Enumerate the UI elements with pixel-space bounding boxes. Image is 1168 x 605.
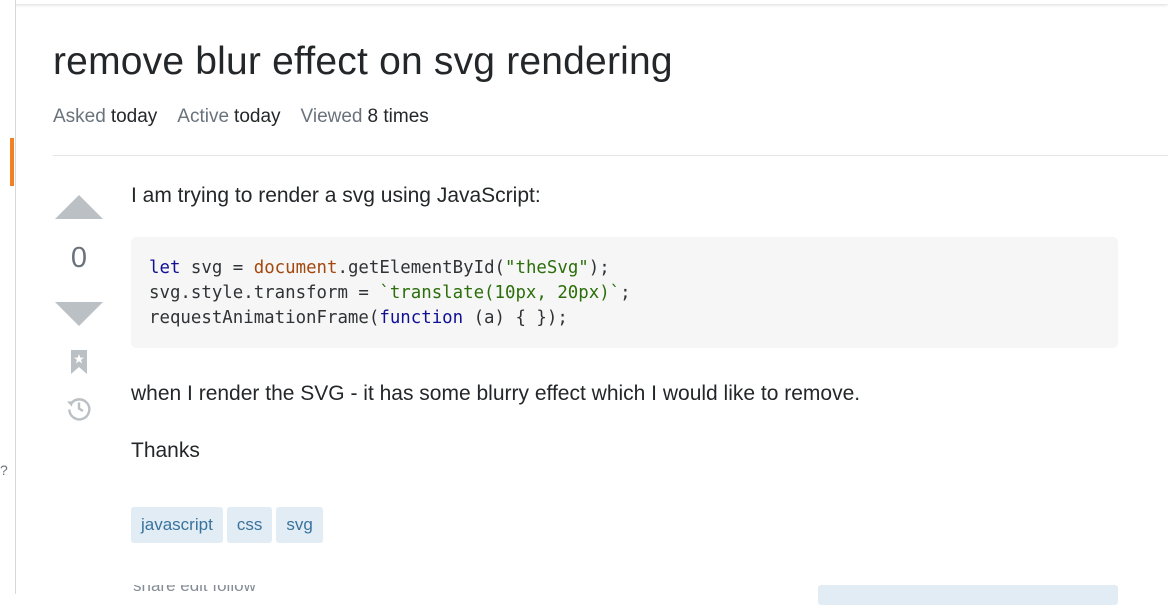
- tag-css[interactable]: css: [226, 507, 273, 543]
- vote-count: 0: [70, 242, 88, 274]
- code-token: let: [149, 258, 181, 278]
- sidebar-active-indicator: [10, 138, 14, 186]
- asked-value: today: [110, 106, 158, 127]
- left-sidebar: ?: [0, 0, 16, 594]
- code-token: );: [588, 258, 610, 278]
- viewed-label: Viewed: [300, 106, 363, 127]
- code-token: ;: [620, 283, 631, 303]
- post-menu-links[interactable]: share edit follow: [133, 585, 273, 594]
- code-line: svg.style.transform = `translate(10px, 2…: [149, 281, 1100, 306]
- tag-javascript[interactable]: javascript: [131, 507, 223, 543]
- viewed-value: 8 times: [367, 106, 429, 127]
- code-token: .getElementById(: [337, 258, 506, 278]
- asked-label: Asked: [53, 106, 106, 127]
- tag-svg[interactable]: svg: [276, 507, 323, 543]
- active-label: Active: [177, 106, 230, 127]
- active-value[interactable]: today: [234, 106, 280, 127]
- post-body-paragraph: when I render the SVG - it has some blur…: [131, 382, 861, 405]
- downvote-button[interactable]: [55, 302, 103, 326]
- upvote-button[interactable]: [55, 195, 103, 219]
- code-line: let svg = document.getElementById("theSv…: [149, 256, 1100, 281]
- code-token: function: [379, 308, 464, 328]
- owner-card: [818, 585, 1118, 605]
- code-token: requestAnimationFrame(: [149, 308, 380, 328]
- history-icon[interactable]: [66, 395, 92, 421]
- history-button[interactable]: [66, 395, 92, 421]
- question-title[interactable]: remove blur effect on svg rendering: [53, 40, 673, 84]
- code-token: svg =: [180, 258, 254, 278]
- code-token: svg.style.transform =: [149, 283, 380, 303]
- code-line: requestAnimationFrame(function (a) { });: [149, 306, 1100, 331]
- code-block: let svg = document.getElementById("theSv…: [131, 237, 1118, 348]
- code-token: document: [253, 258, 338, 278]
- post-body-paragraph: I am trying to render a svg using JavaSc…: [131, 184, 541, 207]
- header-divider: [53, 155, 1168, 156]
- question-meta: Asked today Active today Viewed 8 times: [53, 106, 449, 128]
- top-bar: [0, 0, 1168, 4]
- bookmark-icon[interactable]: [71, 350, 87, 374]
- code-token: "theSvg": [505, 258, 589, 278]
- bookmark-button[interactable]: [71, 350, 87, 374]
- code-token: (a) { });: [463, 308, 568, 328]
- sidebar-partial-text: ?: [0, 462, 8, 478]
- post-menu-text[interactable]: share edit follow: [133, 585, 256, 594]
- post-body-paragraph: Thanks: [131, 439, 200, 462]
- tag-list: javascript css svg: [131, 507, 323, 543]
- code-token: `translate(10px, 20px)`: [379, 283, 621, 303]
